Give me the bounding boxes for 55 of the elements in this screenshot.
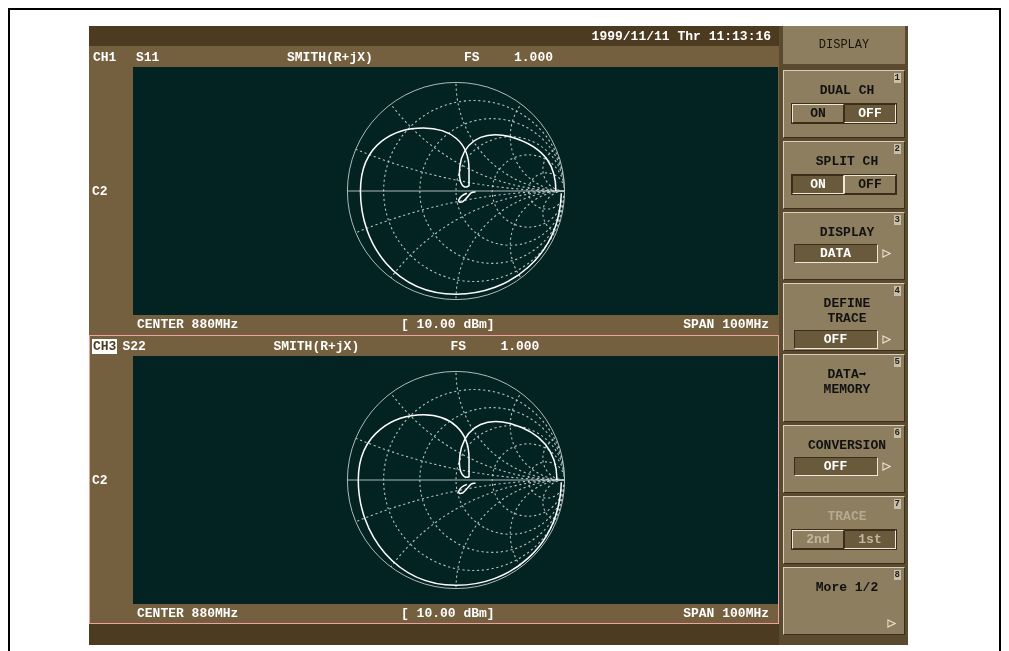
scale-value: 1.000 [500,338,540,354]
key-number: 3 [893,215,901,225]
softkey[interactable]: 4 DEFINE TRACE OFF [783,283,905,351]
channel-label: CH3 [92,338,118,354]
center-frequency: CENTER 880MHz [137,317,240,332]
triangle-icon [881,462,891,471]
key-label: DEFINE TRACE [822,296,872,326]
value-display: DATA [793,244,878,263]
span-frequency: SPAN 100MHz [683,606,770,621]
parameter-label: S11 [136,49,161,65]
key-label: DUAL CH [818,83,876,98]
key-label: DATA➡ MEMORY [822,367,872,397]
key-number: 8 [893,570,901,580]
span-frequency: SPAN 100MHz [683,317,770,332]
softkey[interactable]: 5 DATA➡ MEMORY [783,354,905,422]
triangle-icon [881,335,891,344]
key-number: 4 [893,286,901,296]
center-frequency: CENTER 880MHz [137,606,240,621]
softkey[interactable]: 6 CONVERSION OFF [783,425,905,493]
toggle-option: 1st [844,530,896,549]
power-level: [ 10.00 dBm] [401,317,496,332]
side-label: C2 [92,183,108,199]
side-label: C2 [92,472,108,488]
key-number: 2 [893,144,901,154]
value-display: OFF [793,457,878,476]
date-time: 1999/11/11 Thr 11:13:16 [591,28,772,44]
parameter-label: S22 [122,338,147,354]
scale-label: FS [450,338,467,354]
softkey[interactable]: 3 DISPLAY DATA [783,212,905,280]
triangle-icon [881,249,891,258]
triangle-icon [887,619,896,628]
key-label: DISPLAY [818,225,876,240]
value-display: OFF [793,330,878,349]
scale-value: 1.000 [514,49,553,65]
softkey[interactable]: 2 SPLIT CH ON OFF [783,141,905,209]
power-level: [ 10.00 dBm] [401,606,496,621]
key-number: 1 [893,73,901,83]
key-label: SPLIT CH [814,154,880,169]
toggle-option: ON [792,175,844,194]
toggle-option: OFF [844,175,896,194]
menu-title: DISPLAY [783,26,905,64]
key-number: 5 [893,357,901,367]
format-label: SMITH(R+jX) [273,338,361,354]
toggle-option: OFF [844,104,896,123]
key-number: 7 [893,499,901,509]
toggle-option: ON [792,104,844,123]
toggle-option: 2nd [792,530,844,549]
key-label: CONVERSION [807,438,887,453]
format-label: SMITH(R+jX) [287,49,374,65]
softkey[interactable]: 8 More 1/2 [783,567,905,635]
key-label: More 1/2 [814,580,880,595]
softkey[interactable]: 1 DUAL CH ON OFF [783,70,905,138]
channel-label: CH1 [92,49,118,65]
key-number: 6 [893,428,901,438]
scale-label: FS [464,49,481,65]
